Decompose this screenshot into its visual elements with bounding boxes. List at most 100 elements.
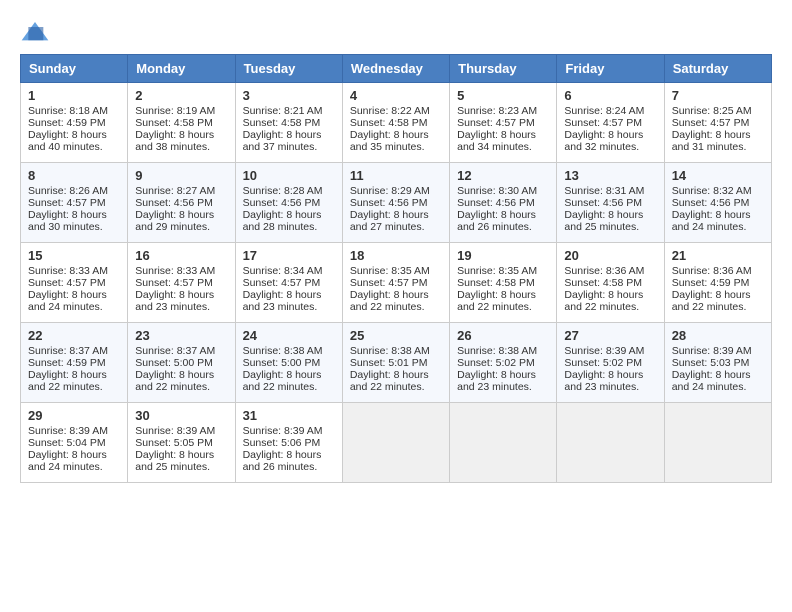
day-number: 23 xyxy=(135,328,227,343)
day-number: 19 xyxy=(457,248,549,263)
day-cell: 29 Sunrise: 8:39 AM Sunset: 5:04 PM Dayl… xyxy=(21,403,128,483)
sunrise: Sunrise: 8:36 AM xyxy=(672,265,752,277)
calendar-header-row: SundayMondayTuesdayWednesdayThursdayFrid… xyxy=(21,55,772,83)
day-number: 24 xyxy=(243,328,335,343)
sunrise: Sunrise: 8:38 AM xyxy=(350,345,430,357)
sunrise: Sunrise: 8:26 AM xyxy=(28,185,108,197)
day-cell: 10 Sunrise: 8:28 AM Sunset: 4:56 PM Dayl… xyxy=(235,163,342,243)
day-cell: 11 Sunrise: 8:29 AM Sunset: 4:56 PM Dayl… xyxy=(342,163,449,243)
day-number: 27 xyxy=(564,328,656,343)
sunset: Sunset: 4:56 PM xyxy=(672,197,750,209)
day-number: 13 xyxy=(564,168,656,183)
day-number: 4 xyxy=(350,88,442,103)
sunrise: Sunrise: 8:32 AM xyxy=(672,185,752,197)
week-row-1: 1 Sunrise: 8:18 AM Sunset: 4:59 PM Dayli… xyxy=(21,83,772,163)
sunrise: Sunrise: 8:29 AM xyxy=(350,185,430,197)
day-cell: 5 Sunrise: 8:23 AM Sunset: 4:57 PM Dayli… xyxy=(450,83,557,163)
daylight: Daylight: 8 hours and 31 minutes. xyxy=(672,129,751,153)
sunset: Sunset: 4:56 PM xyxy=(564,197,642,209)
day-cell: 26 Sunrise: 8:38 AM Sunset: 5:02 PM Dayl… xyxy=(450,323,557,403)
day-cell: 12 Sunrise: 8:30 AM Sunset: 4:56 PM Dayl… xyxy=(450,163,557,243)
day-cell: 21 Sunrise: 8:36 AM Sunset: 4:59 PM Dayl… xyxy=(664,243,771,323)
day-cell: 15 Sunrise: 8:33 AM Sunset: 4:57 PM Dayl… xyxy=(21,243,128,323)
day-number: 20 xyxy=(564,248,656,263)
sunrise: Sunrise: 8:28 AM xyxy=(243,185,323,197)
sunrise: Sunrise: 8:23 AM xyxy=(457,105,537,117)
sunset: Sunset: 4:58 PM xyxy=(243,117,321,129)
calendar-table: SundayMondayTuesdayWednesdayThursdayFrid… xyxy=(20,54,772,483)
day-number: 29 xyxy=(28,408,120,423)
sunrise: Sunrise: 8:18 AM xyxy=(28,105,108,117)
daylight: Daylight: 8 hours and 23 minutes. xyxy=(243,289,322,313)
column-header-tuesday: Tuesday xyxy=(235,55,342,83)
sunrise: Sunrise: 8:37 AM xyxy=(28,345,108,357)
day-cell xyxy=(664,403,771,483)
day-number: 8 xyxy=(28,168,120,183)
day-cell: 2 Sunrise: 8:19 AM Sunset: 4:58 PM Dayli… xyxy=(128,83,235,163)
daylight: Daylight: 8 hours and 23 minutes. xyxy=(135,289,214,313)
day-cell: 7 Sunrise: 8:25 AM Sunset: 4:57 PM Dayli… xyxy=(664,83,771,163)
day-number: 6 xyxy=(564,88,656,103)
sunrise: Sunrise: 8:34 AM xyxy=(243,265,323,277)
sunset: Sunset: 4:56 PM xyxy=(243,197,321,209)
sunset: Sunset: 4:59 PM xyxy=(28,357,106,369)
daylight: Daylight: 8 hours and 28 minutes. xyxy=(243,209,322,233)
daylight: Daylight: 8 hours and 29 minutes. xyxy=(135,209,214,233)
day-cell: 24 Sunrise: 8:38 AM Sunset: 5:00 PM Dayl… xyxy=(235,323,342,403)
day-cell: 19 Sunrise: 8:35 AM Sunset: 4:58 PM Dayl… xyxy=(450,243,557,323)
sunrise: Sunrise: 8:24 AM xyxy=(564,105,644,117)
sunrise: Sunrise: 8:39 AM xyxy=(28,425,108,437)
sunrise: Sunrise: 8:33 AM xyxy=(28,265,108,277)
daylight: Daylight: 8 hours and 22 minutes. xyxy=(564,289,643,313)
day-number: 26 xyxy=(457,328,549,343)
sunrise: Sunrise: 8:39 AM xyxy=(564,345,644,357)
sunset: Sunset: 5:02 PM xyxy=(457,357,535,369)
daylight: Daylight: 8 hours and 40 minutes. xyxy=(28,129,107,153)
daylight: Daylight: 8 hours and 24 minutes. xyxy=(672,369,751,393)
logo-icon xyxy=(20,20,50,44)
day-cell: 27 Sunrise: 8:39 AM Sunset: 5:02 PM Dayl… xyxy=(557,323,664,403)
sunset: Sunset: 5:00 PM xyxy=(243,357,321,369)
sunrise: Sunrise: 8:22 AM xyxy=(350,105,430,117)
sunset: Sunset: 5:01 PM xyxy=(350,357,428,369)
day-number: 5 xyxy=(457,88,549,103)
sunrise: Sunrise: 8:25 AM xyxy=(672,105,752,117)
day-cell: 23 Sunrise: 8:37 AM Sunset: 5:00 PM Dayl… xyxy=(128,323,235,403)
day-cell: 14 Sunrise: 8:32 AM Sunset: 4:56 PM Dayl… xyxy=(664,163,771,243)
column-header-monday: Monday xyxy=(128,55,235,83)
day-cell: 9 Sunrise: 8:27 AM Sunset: 4:56 PM Dayli… xyxy=(128,163,235,243)
week-row-3: 15 Sunrise: 8:33 AM Sunset: 4:57 PM Dayl… xyxy=(21,243,772,323)
day-cell: 25 Sunrise: 8:38 AM Sunset: 5:01 PM Dayl… xyxy=(342,323,449,403)
daylight: Daylight: 8 hours and 22 minutes. xyxy=(457,289,536,313)
sunrise: Sunrise: 8:39 AM xyxy=(243,425,323,437)
day-cell: 4 Sunrise: 8:22 AM Sunset: 4:58 PM Dayli… xyxy=(342,83,449,163)
sunset: Sunset: 4:57 PM xyxy=(350,277,428,289)
column-header-wednesday: Wednesday xyxy=(342,55,449,83)
column-header-sunday: Sunday xyxy=(21,55,128,83)
sunset: Sunset: 4:56 PM xyxy=(350,197,428,209)
daylight: Daylight: 8 hours and 27 minutes. xyxy=(350,209,429,233)
day-number: 14 xyxy=(672,168,764,183)
daylight: Daylight: 8 hours and 23 minutes. xyxy=(564,369,643,393)
day-cell: 28 Sunrise: 8:39 AM Sunset: 5:03 PM Dayl… xyxy=(664,323,771,403)
day-cell: 18 Sunrise: 8:35 AM Sunset: 4:57 PM Dayl… xyxy=(342,243,449,323)
sunset: Sunset: 4:57 PM xyxy=(243,277,321,289)
day-number: 25 xyxy=(350,328,442,343)
daylight: Daylight: 8 hours and 22 minutes. xyxy=(28,369,107,393)
sunset: Sunset: 5:05 PM xyxy=(135,437,213,449)
column-header-saturday: Saturday xyxy=(664,55,771,83)
day-cell: 13 Sunrise: 8:31 AM Sunset: 4:56 PM Dayl… xyxy=(557,163,664,243)
sunset: Sunset: 4:57 PM xyxy=(28,277,106,289)
day-number: 12 xyxy=(457,168,549,183)
day-number: 16 xyxy=(135,248,227,263)
sunset: Sunset: 4:59 PM xyxy=(28,117,106,129)
sunset: Sunset: 4:59 PM xyxy=(672,277,750,289)
sunrise: Sunrise: 8:38 AM xyxy=(457,345,537,357)
day-cell: 3 Sunrise: 8:21 AM Sunset: 4:58 PM Dayli… xyxy=(235,83,342,163)
day-cell xyxy=(342,403,449,483)
sunset: Sunset: 4:57 PM xyxy=(564,117,642,129)
day-cell: 31 Sunrise: 8:39 AM Sunset: 5:06 PM Dayl… xyxy=(235,403,342,483)
sunrise: Sunrise: 8:19 AM xyxy=(135,105,215,117)
day-cell: 20 Sunrise: 8:36 AM Sunset: 4:58 PM Dayl… xyxy=(557,243,664,323)
day-number: 18 xyxy=(350,248,442,263)
